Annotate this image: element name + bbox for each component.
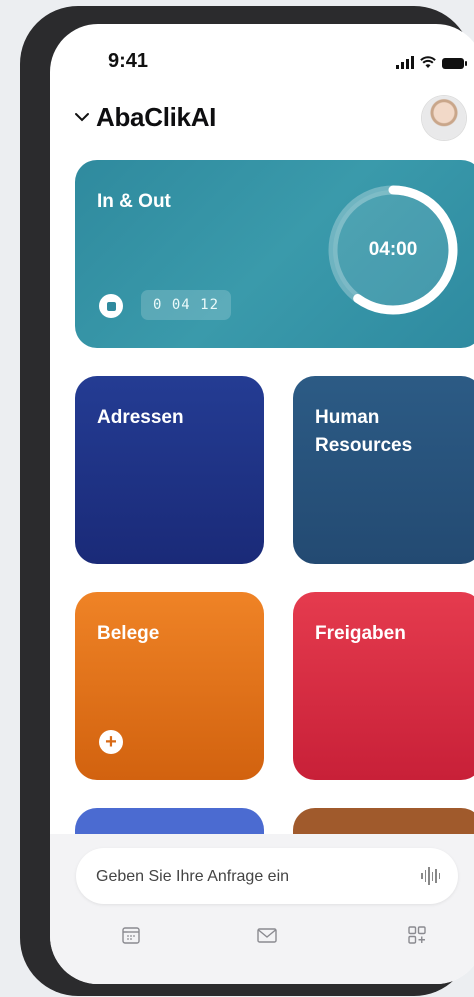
app-header[interactable]: AbaClikAI — [74, 102, 216, 133]
elapsed-counter: 0 04 12 — [141, 290, 232, 320]
status-icons — [396, 55, 467, 69]
mail-icon[interactable] — [256, 924, 278, 946]
tile-belege-label: Belege — [97, 623, 160, 644]
apps-add-icon[interactable] — [406, 924, 428, 946]
tab-bar — [50, 918, 474, 958]
battery-icon — [442, 58, 467, 69]
tile-adressen-label: Adressen — [97, 407, 184, 428]
timer-value: 04:00 — [368, 239, 418, 260]
app-title: AbaClikAI — [96, 102, 217, 132]
calendar-icon[interactable] — [120, 924, 142, 946]
tile-belege[interactable]: Belege + — [75, 592, 264, 780]
status-time: 9:41 — [108, 50, 149, 72]
stop-icon[interactable] — [99, 294, 123, 318]
in-out-card[interactable]: In & Out 04:00 0 04 12 — [75, 160, 474, 348]
signal-icon — [396, 56, 414, 69]
in-out-label: In & Out — [97, 191, 171, 212]
tile-hr-label: Human Resources — [315, 407, 413, 456]
query-input[interactable] — [94, 848, 398, 906]
chevron-down-icon[interactable] — [74, 106, 90, 129]
waveform-icon[interactable] — [421, 867, 440, 885]
phone-frame: 9:41 AbaClikAI In & Out 04:00 0 04 12 Ad… — [20, 6, 474, 996]
query-bar[interactable] — [76, 848, 458, 906]
bottom-panel — [50, 834, 474, 984]
tile-freigaben[interactable]: Freigaben — [293, 592, 474, 780]
plus-icon[interactable]: + — [99, 730, 123, 754]
tile-adressen[interactable]: Adressen — [75, 376, 264, 564]
user-avatar[interactable] — [422, 96, 466, 140]
wifi-icon — [420, 56, 436, 68]
app-screen: 9:41 AbaClikAI In & Out 04:00 0 04 12 Ad… — [50, 24, 474, 984]
tile-freigaben-label: Freigaben — [315, 623, 406, 644]
tile-human-resources[interactable]: Human Resources — [293, 376, 474, 564]
